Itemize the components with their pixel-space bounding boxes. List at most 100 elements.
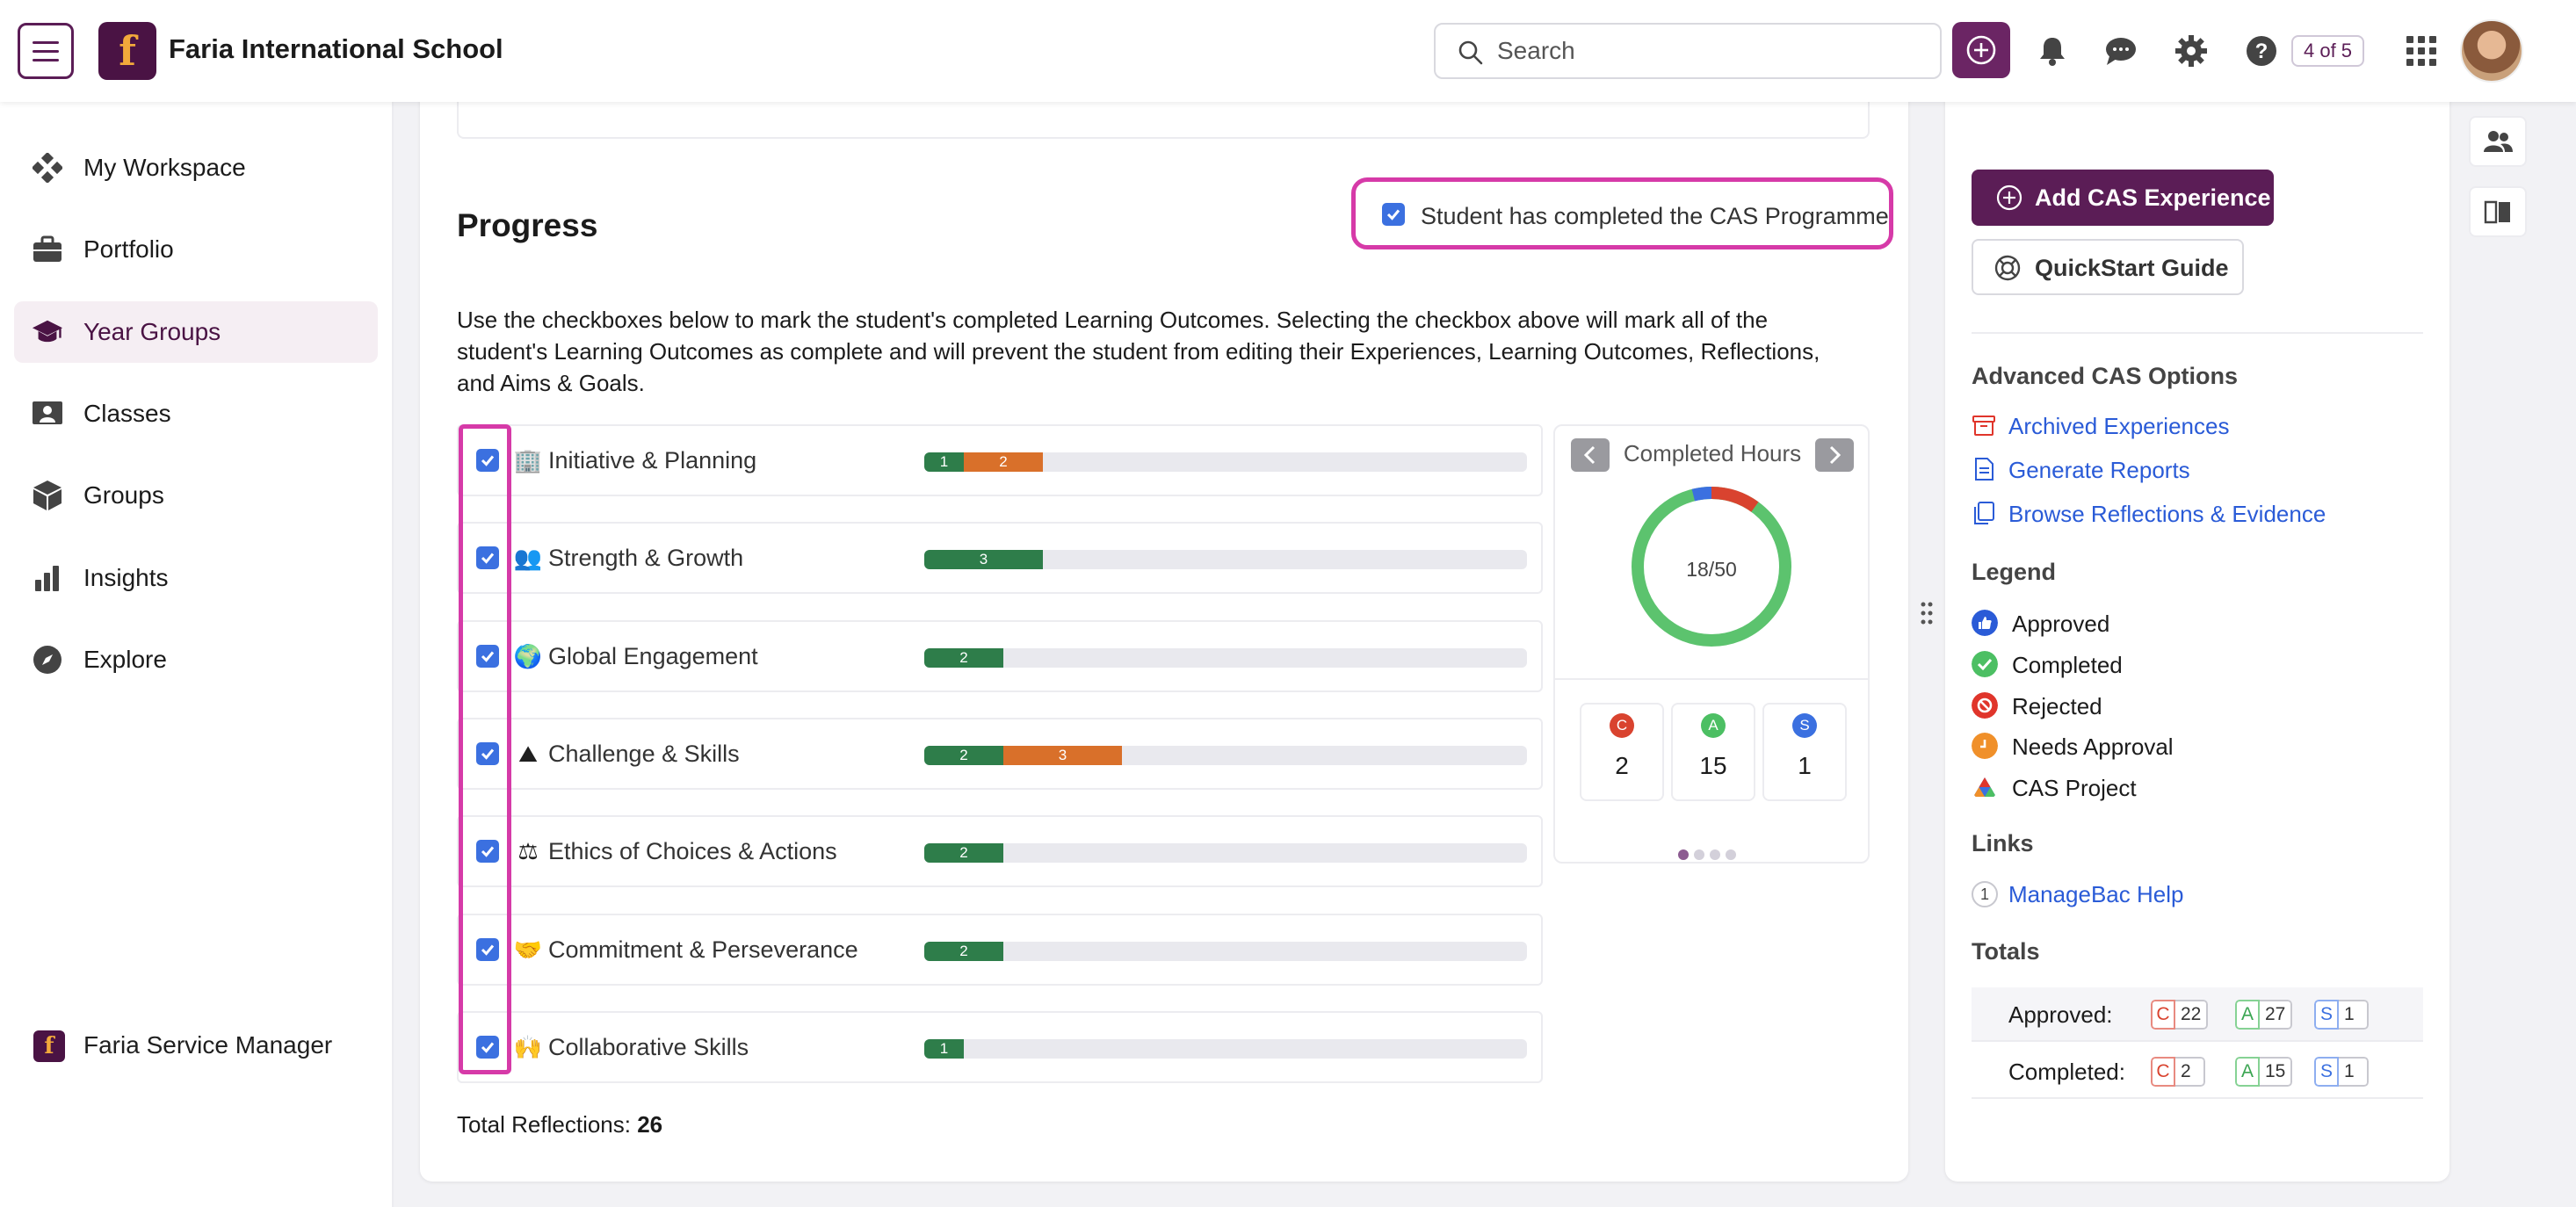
- question-circle-icon: ?: [2247, 36, 2276, 66]
- sidebar-item-insights[interactable]: Insights: [14, 547, 378, 609]
- search-input[interactable]: [1497, 33, 1919, 69]
- outcome-emoji-icon: 🤝: [513, 936, 543, 963]
- progress-segment-green: 2: [924, 942, 1003, 961]
- learning-outcome-checkbox[interactable]: [476, 1036, 499, 1059]
- totals-chip-activity: A 15: [2235, 1057, 2293, 1087]
- links-heading: Links: [1972, 830, 2034, 856]
- chip-key: S: [2314, 1000, 2339, 1030]
- chip-key: C: [2151, 1057, 2175, 1087]
- sidebar-item-classes[interactable]: Classes: [14, 383, 378, 444]
- stat-letter-badge: S: [1792, 713, 1817, 738]
- stat-service: S 1: [1762, 703, 1847, 801]
- check-icon: [481, 944, 495, 956]
- totals-row-completed: Completed: C 2 A 15 S 1: [1972, 1044, 2423, 1099]
- students-button[interactable]: [2469, 116, 2527, 167]
- legend-heading: Legend: [1972, 559, 2057, 585]
- bell-icon: [2040, 38, 2065, 66]
- learning-outcome-label: Initiative & Planning: [548, 447, 757, 473]
- legend-label: Rejected: [2012, 693, 2102, 719]
- progress-title: Progress: [457, 207, 598, 243]
- outcome-emoji-icon: ⛰: [518, 741, 538, 767]
- guide-button[interactable]: [2469, 186, 2527, 237]
- add-cas-experience-button[interactable]: Add CAS Experience: [1972, 170, 2274, 226]
- progress-segment-orange: 2: [964, 452, 1043, 472]
- hours-prev-button[interactable]: [1571, 438, 1610, 472]
- learning-outcome-checkbox[interactable]: [476, 645, 499, 668]
- progress-segment-green: 1: [924, 452, 964, 472]
- carousel-dot[interactable]: [1726, 849, 1736, 860]
- school-name[interactable]: Faria International School: [169, 33, 503, 65]
- progress-segment-green: 2: [924, 648, 1003, 668]
- legend-label: CAS Project: [2012, 775, 2137, 801]
- quickstart-guide-button[interactable]: QuickStart Guide: [1972, 239, 2244, 295]
- chip-value: 1: [2339, 1057, 2369, 1087]
- archived-experiences-link[interactable]: Archived Experiences: [2008, 413, 2229, 440]
- sidebar-item-my-workspace[interactable]: My Workspace: [14, 137, 378, 199]
- user-avatar[interactable]: [2460, 19, 2523, 83]
- learning-outcome-row: 🏢 Initiative & Planning 1 2: [457, 424, 1543, 496]
- browse-reflections-link[interactable]: Browse Reflections & Evidence: [2008, 501, 2326, 528]
- chip-value: 27: [2260, 1000, 2293, 1030]
- quickstart-guide-label: QuickStart Guide: [2035, 255, 2229, 281]
- chip-value: 1: [2339, 1000, 2369, 1030]
- managebac-help-link[interactable]: ManageBac Help: [2008, 881, 2183, 908]
- learning-outcome-checkbox[interactable]: [476, 938, 499, 961]
- learning-outcome-row: 👥 Strength & Growth 3: [457, 522, 1543, 594]
- carousel-dot[interactable]: [1710, 849, 1720, 860]
- learning-outcome-row: ⛰ Challenge & Skills 2 3: [457, 718, 1543, 790]
- completed-hours-card: Completed Hours 18/50 C 2 A 15 S 1: [1553, 424, 1870, 864]
- cas-complete-checkbox[interactable]: [1382, 203, 1405, 226]
- faria-service-manager-link[interactable]: f Faria Service Manager: [14, 1015, 378, 1077]
- svg-text:?: ?: [2255, 40, 2268, 63]
- notifications-button[interactable]: [2035, 33, 2070, 69]
- carousel-dot[interactable]: [1678, 849, 1689, 860]
- search-box[interactable]: [1434, 23, 1942, 79]
- report-document-icon: [1975, 458, 1994, 481]
- triangle-icon: [1973, 777, 1996, 797]
- book-icon: [2484, 200, 2510, 224]
- progress-description: Use the checkboxes below to mark the stu…: [457, 307, 1820, 396]
- hours-next-button[interactable]: [1815, 438, 1854, 472]
- hours-donut-label: 18/50: [1686, 558, 1737, 581]
- learning-outcome-checkbox[interactable]: [476, 449, 499, 472]
- messages-button[interactable]: [2103, 33, 2138, 69]
- carousel-dot[interactable]: [1694, 849, 1704, 860]
- classroom-icon: [32, 398, 63, 430]
- sidebar: My Workspace Portfolio Year Groups Class…: [0, 102, 394, 1207]
- copy-documents-icon: [1974, 502, 1994, 524]
- cas-complete-option[interactable]: Student has completed the CAS Programme: [1351, 177, 1893, 249]
- sidebar-item-label: Year Groups: [83, 318, 221, 345]
- sidebar-item-year-groups[interactable]: Year Groups: [14, 301, 378, 363]
- check-icon: [1386, 209, 1400, 220]
- learning-outcome-label: Commitment & Perseverance: [548, 936, 858, 963]
- learning-outcome-checkbox[interactable]: [476, 546, 499, 569]
- cas-complete-label: Student has completed the CAS Programme: [1421, 203, 1889, 229]
- chip-key: A: [2235, 1000, 2260, 1030]
- progress-segment-green: 2: [924, 843, 1003, 863]
- totals-label: Approved:: [2008, 1001, 2113, 1028]
- settings-button[interactable]: [2174, 33, 2209, 69]
- sidebar-item-groups[interactable]: Groups: [14, 465, 378, 526]
- menu-toggle-button[interactable]: [18, 23, 74, 79]
- compass-icon: [32, 644, 63, 676]
- legend-label: Completed: [2012, 652, 2123, 678]
- learning-outcome-checkbox[interactable]: [476, 742, 499, 765]
- link-count-badge: 1: [1972, 881, 1998, 907]
- learning-outcome-checkbox[interactable]: [476, 840, 499, 863]
- outcome-progress-bar: 2: [924, 648, 1527, 668]
- learning-outcome-row: ⚖ Ethics of Choices & Actions 2: [457, 815, 1543, 887]
- pager-badge[interactable]: 4 of 5: [2291, 35, 2365, 67]
- chevron-left-icon: [1583, 445, 1596, 465]
- school-logo[interactable]: f: [98, 22, 156, 80]
- resize-handle-icon[interactable]: [1919, 601, 1935, 625]
- add-new-button[interactable]: [1952, 22, 2010, 78]
- apps-button[interactable]: [2404, 33, 2439, 69]
- sidebar-item-explore[interactable]: Explore: [14, 629, 378, 690]
- help-button[interactable]: ?: [2244, 33, 2279, 69]
- stat-creativity: C 2: [1580, 703, 1664, 801]
- sidebar-item-portfolio[interactable]: Portfolio: [14, 219, 378, 280]
- totals-chip-activity: A 27: [2235, 1000, 2293, 1030]
- plus-circle-icon: [1966, 35, 1996, 65]
- generate-reports-link[interactable]: Generate Reports: [2008, 457, 2190, 484]
- outcome-progress-bar: 3: [924, 550, 1527, 569]
